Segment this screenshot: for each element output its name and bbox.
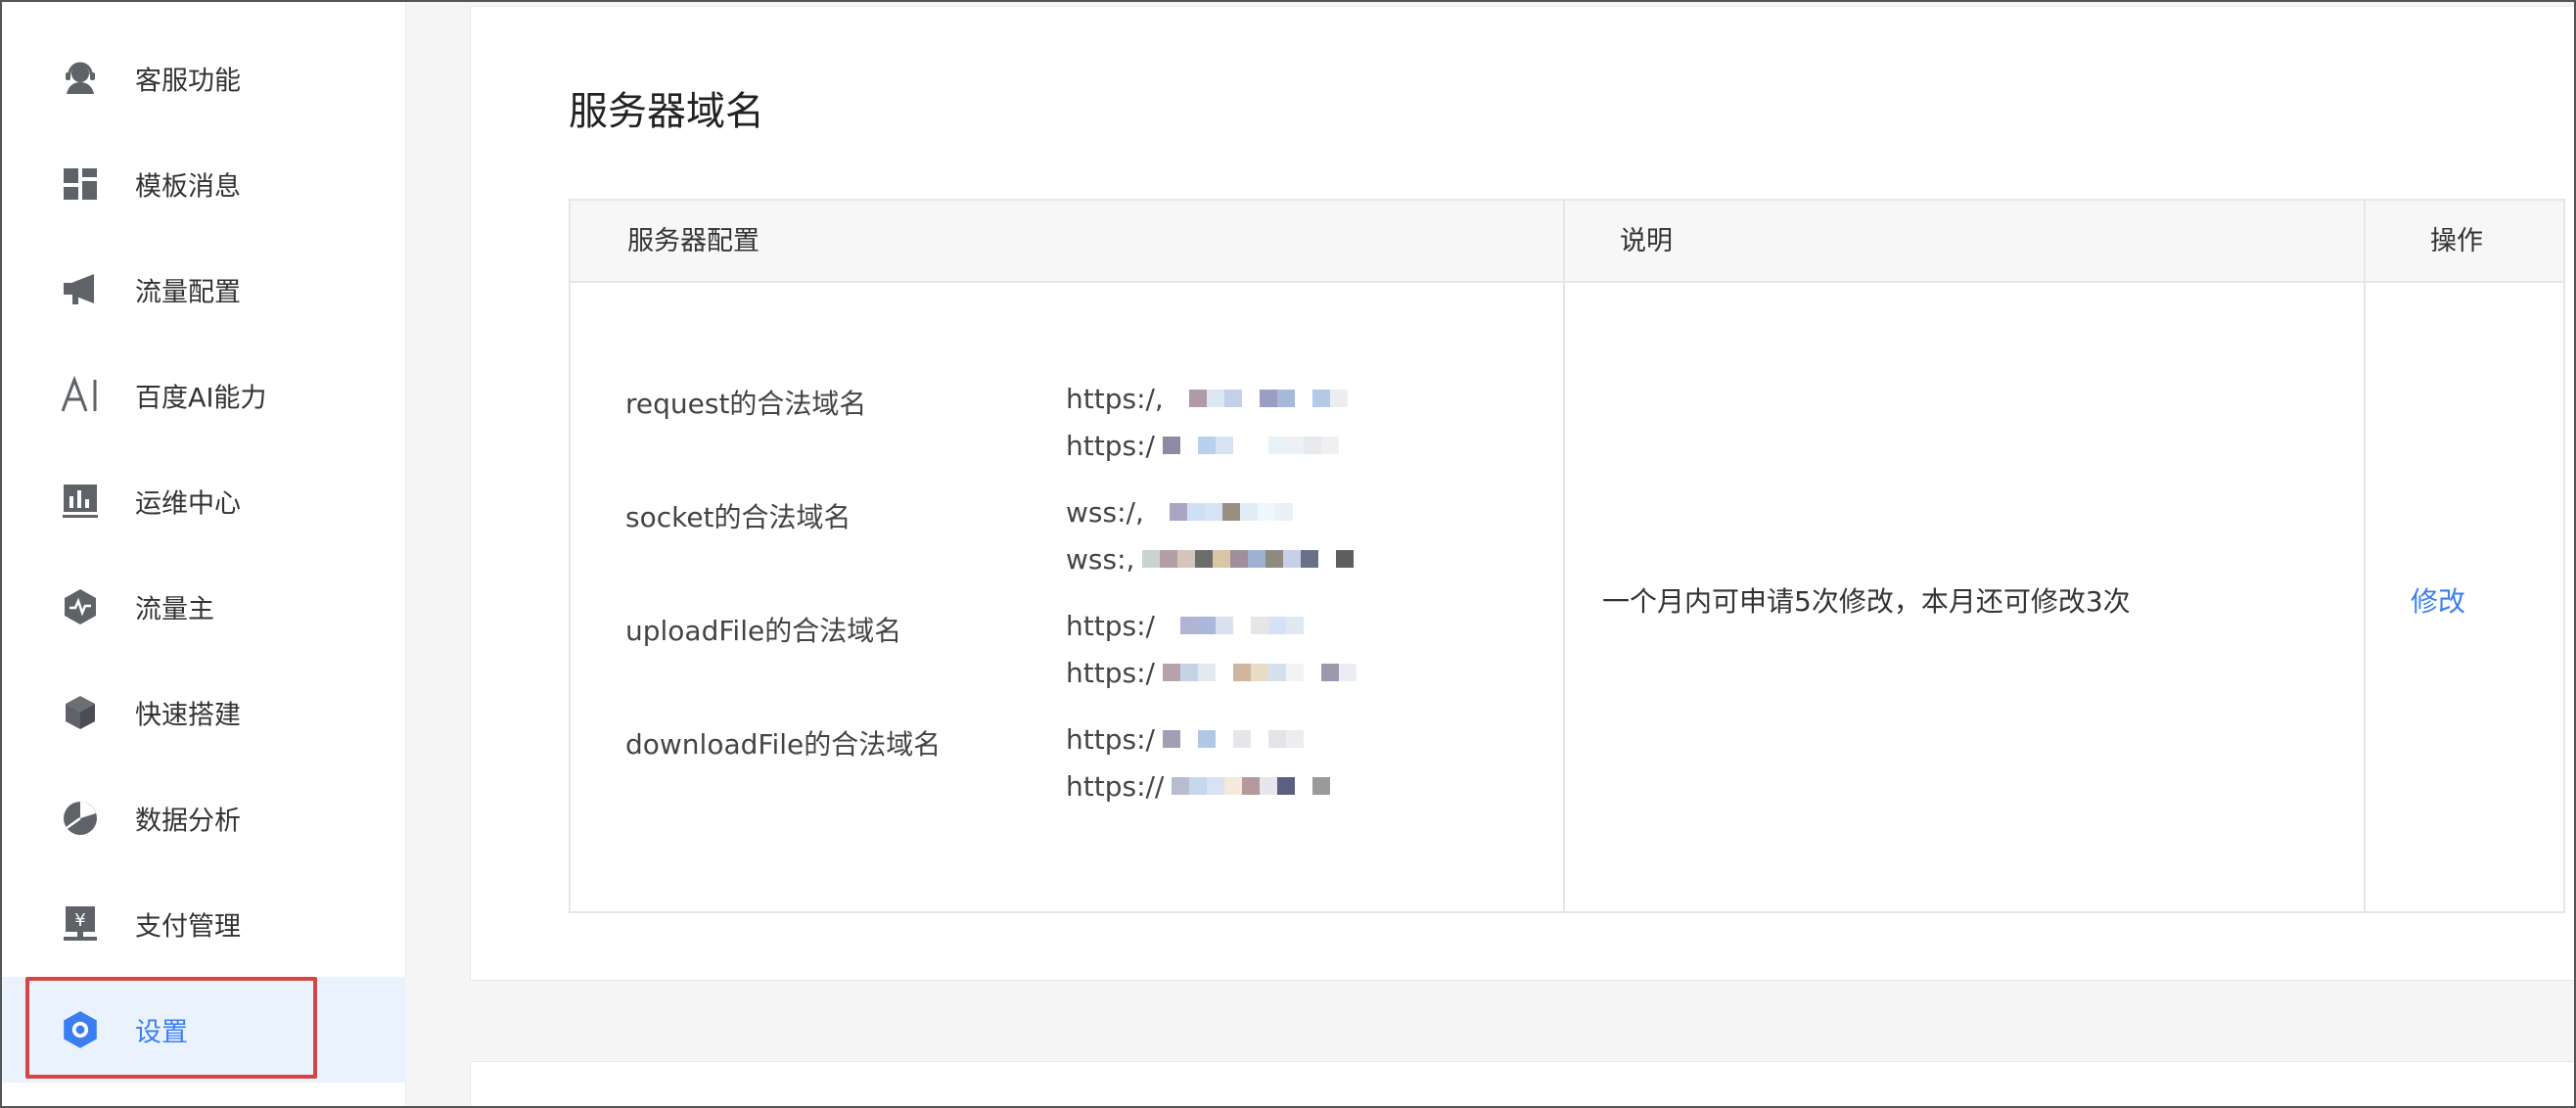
domain-table: 服务器配置 说明 操作 request的合法域名 https:/, https:… (569, 199, 2565, 913)
pie-chart-icon (57, 795, 104, 842)
sidebar-item-label: 运维中心 (135, 488, 241, 520)
domain-url: wss:/, (1066, 494, 1293, 530)
redacted-domain (1142, 550, 1355, 568)
megaphone-icon (57, 266, 104, 313)
sidebar-item-label: 流量配置 (135, 277, 241, 308)
column-header-description: 说明 (1620, 226, 1673, 256)
sidebar-item-label: 快速搭建 (135, 700, 241, 731)
domain-url-text: wss:, (1066, 542, 1135, 576)
domain-label-request: request的合法域名 (625, 388, 867, 420)
column-divider (2364, 201, 2366, 911)
sidebar-item-label: 客服功能 (135, 66, 241, 97)
next-card (470, 1061, 2576, 1108)
domain-label-upload: uploadFile的合法域名 (625, 615, 902, 647)
domain-url-text: wss:/, (1066, 495, 1144, 529)
sidebar-item-template-message[interactable]: 模板消息 (0, 131, 406, 237)
sidebar-item-label: 数据分析 (135, 806, 241, 837)
domain-url-text: https:/ (1066, 609, 1155, 642)
sidebar-item-traffic-owner[interactable]: 流量主 (0, 554, 406, 660)
domain-url: https:/ (1066, 608, 1304, 643)
sidebar-item-label: 支付管理 (135, 911, 241, 943)
sidebar-item-quick-build[interactable]: 快速搭建 (0, 660, 406, 765)
yen-terminal-icon: ¥ (57, 900, 104, 947)
sidebar-item-label: 流量主 (135, 594, 214, 625)
redacted-domain (1162, 437, 1339, 454)
sidebar-item-ops-center[interactable]: 运维中心 (0, 448, 406, 554)
column-divider (1563, 201, 1565, 911)
domain-url-text: https:// (1066, 769, 1165, 803)
column-header-server-config: 服务器配置 (627, 226, 759, 256)
hexagon-pulse-icon (57, 583, 104, 630)
sidebar-item-settings[interactable]: 设置 (0, 977, 406, 1083)
sidebar: 客服功能 模板消息 流量配置 百度AI能力 运维中心 流量主 快速搭建 数据分析… (0, 0, 406, 1108)
table-header: 服务器配置 说明 操作 (571, 201, 2563, 283)
sidebar-item-traffic-config[interactable]: 流量配置 (0, 237, 406, 343)
redacted-domain (1162, 617, 1304, 634)
headset-icon (57, 55, 104, 102)
redacted-domain (1162, 730, 1304, 748)
domain-change-note: 一个月内可申请5次修改，本月还可修改3次 (1602, 585, 2131, 618)
redacted-domain (1172, 777, 1331, 795)
cube-icon (57, 689, 104, 736)
sidebar-item-data-analysis[interactable]: 数据分析 (0, 765, 406, 871)
domain-url-text: https:/, (1066, 382, 1164, 415)
redacted-domain (1162, 664, 1357, 681)
sidebar-item-label: 模板消息 (135, 171, 241, 203)
domain-url-text: https:/ (1066, 429, 1155, 462)
sidebar-item-label: 百度AI能力 (135, 383, 267, 414)
server-domain-card: 服务器域名 服务器配置 说明 操作 request的合法域名 https:/, … (470, 6, 2576, 981)
domain-url: https:/, (1066, 381, 1348, 416)
domain-label-socket: socket的合法域名 (625, 501, 851, 533)
domain-url: https:/ (1066, 428, 1339, 463)
domain-url-text: https:/ (1066, 722, 1155, 756)
sidebar-item-payment[interactable]: ¥ 支付管理 (0, 871, 406, 977)
page-title: 服务器域名 (569, 89, 764, 134)
bar-chart-icon (57, 478, 104, 525)
modify-link[interactable]: 修改 (2411, 580, 2465, 620)
domain-url: wss:, (1066, 541, 1355, 577)
template-grid-icon (57, 161, 104, 208)
settings-hexagon-icon (57, 1006, 104, 1053)
domain-label-download: downloadFile的合法域名 (625, 728, 942, 761)
domain-url: https:/ (1066, 655, 1357, 690)
redacted-domain (1171, 390, 1348, 407)
domain-url-text: https:/ (1066, 656, 1155, 689)
redacted-domain (1151, 503, 1293, 521)
sidebar-item-label: 设置 (135, 1017, 188, 1048)
domain-url: https:/ (1066, 721, 1304, 757)
sidebar-item-customer-service[interactable]: 客服功能 (0, 25, 406, 131)
svg-text:¥: ¥ (74, 910, 85, 931)
domain-url: https:// (1066, 768, 1331, 804)
ai-icon (57, 372, 104, 419)
sidebar-item-baidu-ai[interactable]: 百度AI能力 (0, 343, 406, 448)
column-header-action: 操作 (2430, 226, 2483, 256)
